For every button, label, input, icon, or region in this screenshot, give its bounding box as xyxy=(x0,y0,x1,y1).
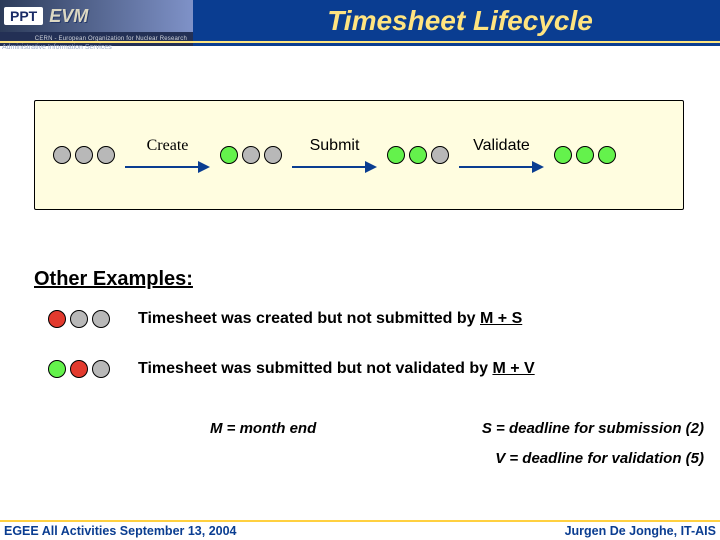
arrow-submit: Submit xyxy=(292,137,377,173)
light-circle xyxy=(409,146,427,164)
arrow-validate: Validate xyxy=(459,137,544,173)
example-text-2-pre: Timesheet was submitted but not validate… xyxy=(138,360,492,377)
legend-validation: V = deadline for validation (5) xyxy=(495,450,704,467)
example-row: Timesheet was created but not submitted … xyxy=(48,310,522,328)
light-circle xyxy=(48,360,66,378)
validate-label: Validate xyxy=(473,137,530,155)
traffic-light-initial xyxy=(53,146,115,164)
light-circle xyxy=(242,146,260,164)
example-text-1-pre: Timesheet was created but not submitted … xyxy=(138,310,480,327)
example-text-1-u: M + S xyxy=(480,310,522,327)
light-circle xyxy=(598,146,616,164)
example-text-1: Timesheet was created but not submitted … xyxy=(138,310,522,328)
logo-ppt: PPT xyxy=(4,7,43,25)
arrow-icon xyxy=(125,161,210,173)
logo-top: PPT EVM xyxy=(0,0,193,32)
traffic-light-example-2 xyxy=(48,360,110,378)
light-circle xyxy=(554,146,572,164)
light-circle xyxy=(387,146,405,164)
example-row: Timesheet was submitted but not validate… xyxy=(48,360,535,378)
example-text-2: Timesheet was submitted but not validate… xyxy=(138,360,535,378)
arrow-create: Create xyxy=(125,137,210,173)
light-circle xyxy=(431,146,449,164)
light-circle xyxy=(53,146,71,164)
light-circle xyxy=(576,146,594,164)
slide-footer: EGEE All Activities September 13, 2004 J… xyxy=(0,520,720,540)
legend-submission: S = deadline for submission (2) xyxy=(482,420,704,437)
light-circle xyxy=(70,360,88,378)
light-circle xyxy=(92,360,110,378)
light-circle xyxy=(264,146,282,164)
light-circle xyxy=(92,310,110,328)
lifecycle-panel: Create Submit Validate xyxy=(34,100,684,210)
logo-evm: EVM xyxy=(49,6,88,27)
light-circle xyxy=(97,146,115,164)
light-circle xyxy=(48,310,66,328)
traffic-light-example-1 xyxy=(48,310,110,328)
traffic-light-validated xyxy=(554,146,616,164)
traffic-light-submitted xyxy=(387,146,449,164)
footer-right: Jurgen De Jonghe, IT-AIS xyxy=(565,524,716,538)
footer-left: EGEE All Activities September 13, 2004 xyxy=(4,524,237,538)
create-label: Create xyxy=(147,137,189,155)
traffic-light-created xyxy=(220,146,282,164)
light-circle xyxy=(70,310,88,328)
logo-block: PPT EVM CERN - European Organization for… xyxy=(0,0,195,46)
title-underline xyxy=(0,41,720,43)
light-circle xyxy=(75,146,93,164)
ais-tagline: Administrative Information Services xyxy=(2,44,112,51)
slide-title: Timesheet Lifecycle xyxy=(200,0,720,42)
light-circle xyxy=(220,146,238,164)
example-text-2-u: M + V xyxy=(492,360,534,377)
slide-header: PPT EVM CERN - European Organization for… xyxy=(0,0,720,46)
arrow-icon xyxy=(459,161,544,173)
legend-month: M = month end xyxy=(210,420,316,437)
submit-label: Submit xyxy=(310,137,360,155)
examples-heading: Other Examples: xyxy=(34,268,193,291)
arrow-icon xyxy=(292,161,377,173)
